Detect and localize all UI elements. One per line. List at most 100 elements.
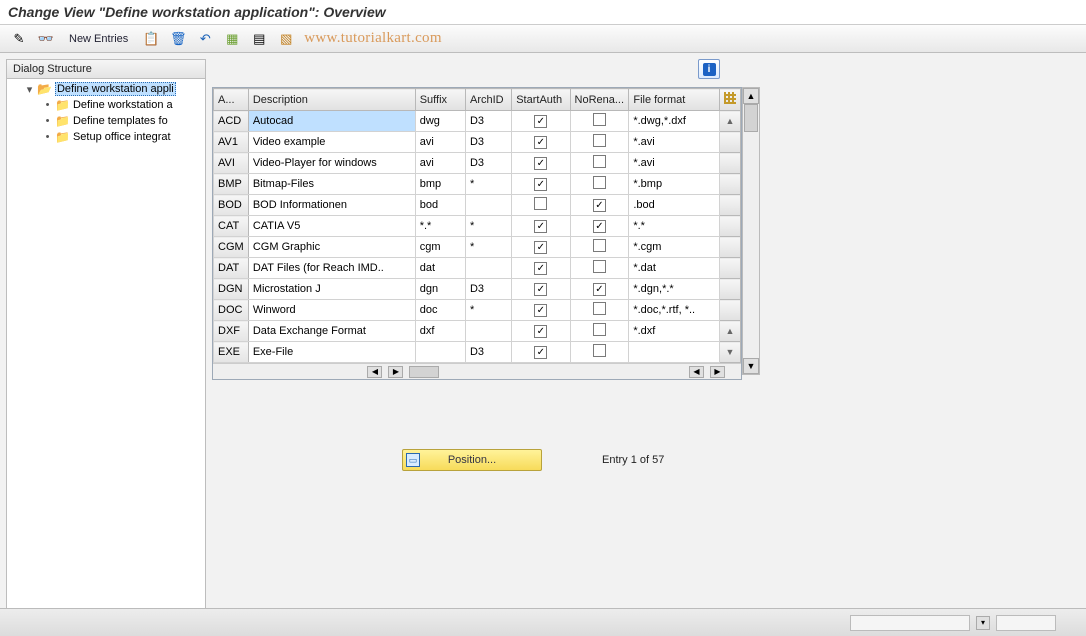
copy-icon[interactable]: 📋: [140, 29, 162, 49]
checkbox-icon[interactable]: [593, 113, 606, 126]
status-segment[interactable]: [996, 615, 1056, 631]
col-header-startauth[interactable]: StartAuth: [512, 89, 570, 111]
cell-archid[interactable]: D3: [465, 111, 511, 132]
cell-archid[interactable]: [465, 195, 511, 216]
cell-norename[interactable]: [570, 132, 629, 153]
table-row[interactable]: DATDAT Files (for Reach IMD..dat✓*.dat: [214, 258, 741, 279]
cell-fileformat[interactable]: *.dxf: [629, 321, 719, 342]
cell-norename[interactable]: [570, 153, 629, 174]
cell-desc[interactable]: Video example: [248, 132, 415, 153]
cell-startauth[interactable]: ✓: [512, 279, 570, 300]
cell-fileformat[interactable]: *.dwg,*.dxf: [629, 111, 719, 132]
table-row[interactable]: BODBOD Informationenbod✓.bod: [214, 195, 741, 216]
cell-archid[interactable]: *: [465, 216, 511, 237]
cell-archid[interactable]: D3: [465, 153, 511, 174]
col-header-suffix[interactable]: Suffix: [415, 89, 465, 111]
info-button[interactable]: i: [698, 59, 720, 79]
cell-desc[interactable]: Exe-File: [248, 342, 415, 363]
cell-norename[interactable]: [570, 342, 629, 363]
checkbox-icon[interactable]: ✓: [534, 325, 547, 338]
checkbox-icon[interactable]: [593, 239, 606, 252]
cell-startauth[interactable]: ✓: [512, 216, 570, 237]
cell-app[interactable]: BMP: [214, 174, 249, 195]
cell-startauth[interactable]: ✓: [512, 237, 570, 258]
table-row[interactable]: BMPBitmap-Filesbmp*✓*.bmp: [214, 174, 741, 195]
tree-root[interactable]: ▾ 📂 Define workstation appli: [7, 81, 205, 97]
table-row[interactable]: DGNMicrostation JdgnD3✓✓*.dgn,*.*: [214, 279, 741, 300]
cell-suffix[interactable]: bmp: [415, 174, 465, 195]
checkbox-icon[interactable]: ✓: [534, 220, 547, 233]
toggle-display-icon[interactable]: ✎: [8, 29, 30, 49]
cell-desc[interactable]: BOD Informationen: [248, 195, 415, 216]
checkbox-icon[interactable]: [593, 260, 606, 273]
col-header-archid[interactable]: ArchID: [465, 89, 511, 111]
vscroll-down-icon[interactable]: ▼: [743, 358, 759, 374]
cell-archid[interactable]: *: [465, 300, 511, 321]
cell-fileformat[interactable]: *.*: [629, 216, 719, 237]
cell-startauth[interactable]: ✓: [512, 111, 570, 132]
cell-suffix[interactable]: *.*: [415, 216, 465, 237]
checkbox-icon[interactable]: [593, 344, 606, 357]
status-dropdown-icon[interactable]: ▾: [976, 616, 990, 630]
cell-fileformat[interactable]: *.dat: [629, 258, 719, 279]
select-block-icon[interactable]: ▤: [248, 29, 270, 49]
status-segment[interactable]: [850, 615, 970, 631]
checkbox-icon[interactable]: ✓: [593, 199, 606, 212]
cell-startauth[interactable]: ✓: [512, 174, 570, 195]
hscroll-thumb[interactable]: [409, 366, 439, 378]
table-vscroll[interactable]: ▲ ▼: [742, 87, 760, 375]
tree-child[interactable]: • 📁 Define templates fo: [7, 113, 205, 129]
cell-app[interactable]: DAT: [214, 258, 249, 279]
cell-suffix[interactable]: dxf: [415, 321, 465, 342]
cell-desc[interactable]: Autocad: [248, 111, 415, 132]
table-row[interactable]: ACDAutocaddwgD3✓*.dwg,*.dxf▲: [214, 111, 741, 132]
checkbox-icon[interactable]: [593, 176, 606, 189]
cell-norename[interactable]: [570, 111, 629, 132]
col-header-norename[interactable]: NoRena...: [570, 89, 629, 111]
position-button[interactable]: ▭ Position...: [402, 449, 542, 471]
cell-archid[interactable]: D3: [465, 132, 511, 153]
hscroll-left-icon[interactable]: ◀: [367, 366, 382, 378]
cell-norename[interactable]: [570, 237, 629, 258]
checkbox-icon[interactable]: [593, 155, 606, 168]
checkbox-icon[interactable]: [593, 323, 606, 336]
cell-norename[interactable]: [570, 300, 629, 321]
table-hscroll[interactable]: ◀ ▶ ◀ ▶: [213, 363, 741, 379]
tree-child[interactable]: • 📁 Define workstation a: [7, 97, 205, 113]
cell-app[interactable]: CAT: [214, 216, 249, 237]
cell-archid[interactable]: [465, 321, 511, 342]
vscroll-up-icon[interactable]: ▲: [743, 88, 759, 104]
table-row[interactable]: DOCWinworddoc*✓*.doc,*.rtf, *..: [214, 300, 741, 321]
cell-archid[interactable]: D3: [465, 342, 511, 363]
cell-app[interactable]: DOC: [214, 300, 249, 321]
checkbox-icon[interactable]: ✓: [534, 157, 547, 170]
cell-app[interactable]: CGM: [214, 237, 249, 258]
checkbox-icon[interactable]: ✓: [593, 220, 606, 233]
glasses-icon[interactable]: 👓: [35, 29, 57, 49]
cell-fileformat[interactable]: *.avi: [629, 153, 719, 174]
cell-suffix[interactable]: dgn: [415, 279, 465, 300]
cell-fileformat[interactable]: *.dgn,*.*: [629, 279, 719, 300]
delete-icon[interactable]: 🗑: [167, 29, 189, 49]
cell-app[interactable]: EXE: [214, 342, 249, 363]
deselect-icon[interactable]: ▧: [275, 29, 297, 49]
cell-archid[interactable]: *: [465, 174, 511, 195]
cell-fileformat[interactable]: *.bmp: [629, 174, 719, 195]
checkbox-icon[interactable]: ✓: [593, 283, 606, 296]
cell-archid[interactable]: [465, 258, 511, 279]
checkbox-icon[interactable]: ✓: [534, 241, 547, 254]
select-all-icon[interactable]: ▦: [221, 29, 243, 49]
cell-suffix[interactable]: avi: [415, 132, 465, 153]
cell-desc[interactable]: Winword: [248, 300, 415, 321]
hscroll-right2-icon[interactable]: ▶: [710, 366, 725, 378]
cell-app[interactable]: AV1: [214, 132, 249, 153]
table-row[interactable]: CATCATIA V5*.**✓✓*.*: [214, 216, 741, 237]
cell-startauth[interactable]: [512, 195, 570, 216]
checkbox-icon[interactable]: ✓: [534, 262, 547, 275]
table-config-button[interactable]: [719, 89, 740, 111]
checkbox-icon[interactable]: [534, 197, 547, 210]
new-entries-button[interactable]: New Entries: [62, 30, 135, 48]
cell-suffix[interactable]: dwg: [415, 111, 465, 132]
cell-startauth[interactable]: ✓: [512, 300, 570, 321]
checkbox-icon[interactable]: [593, 302, 606, 315]
